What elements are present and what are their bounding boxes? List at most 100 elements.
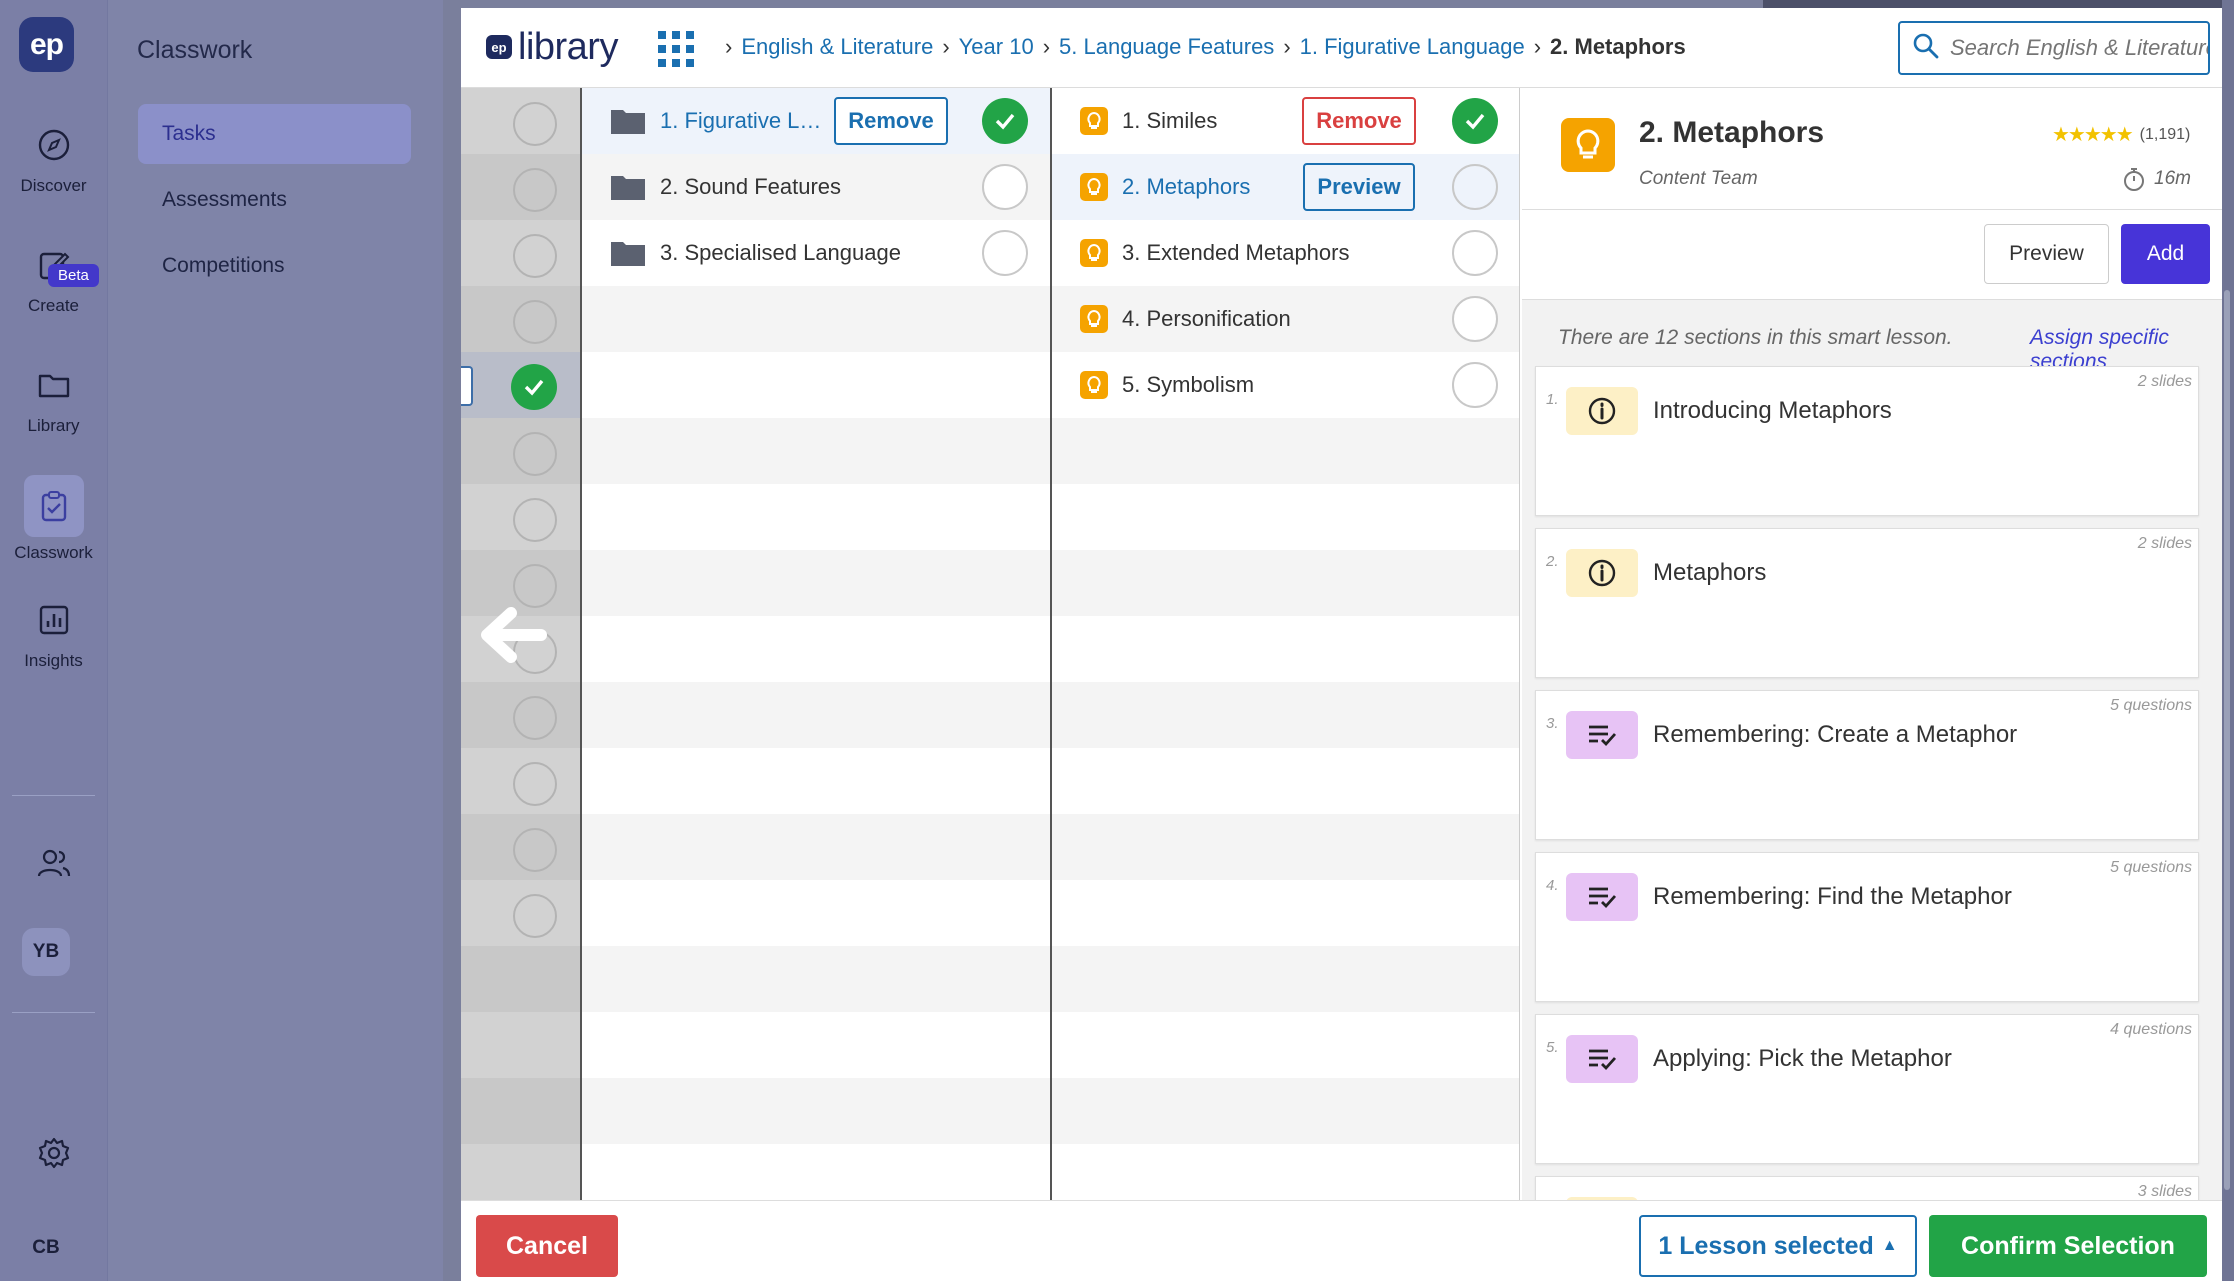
list-item[interactable]: 2. Metaphors Preview bbox=[1052, 154, 1519, 220]
list-item[interactable]: 1. Similes Remove bbox=[1052, 88, 1519, 154]
search-input[interactable] bbox=[1950, 35, 2208, 61]
preview-button[interactable]: Preview bbox=[1984, 224, 2109, 284]
stopwatch-icon bbox=[2124, 168, 2144, 191]
section-title: Applying: Pick the Metaphor bbox=[1653, 1045, 1952, 1072]
rating-count: (1,191) bbox=[2139, 125, 2191, 143]
breadcrumb-link[interactable]: 5. Language Features bbox=[1059, 34, 1274, 60]
list-item[interactable]: 4. Personification bbox=[1052, 286, 1519, 352]
breadcrumb-link[interactable]: Year 10 bbox=[959, 34, 1034, 60]
app-logo[interactable]: ep bbox=[19, 17, 74, 72]
select-circle[interactable] bbox=[513, 762, 557, 806]
list-item[interactable]: 3. Extended Metaphors bbox=[1052, 220, 1519, 286]
empty-row bbox=[582, 484, 1050, 550]
list-item[interactable] bbox=[461, 1144, 580, 1200]
select-circle[interactable] bbox=[513, 234, 557, 278]
user-avatar[interactable]: YB bbox=[22, 928, 70, 976]
list-item[interactable] bbox=[461, 484, 580, 550]
section-meta: 4 questions bbox=[2110, 1021, 2192, 1038]
select-circle[interactable] bbox=[1452, 230, 1498, 276]
list-item[interactable] bbox=[461, 946, 580, 1012]
select-circle[interactable] bbox=[1452, 362, 1498, 408]
remove-button[interactable]: Remove bbox=[1302, 97, 1416, 145]
section-card[interactable]: 3 slides bbox=[1535, 1176, 2199, 1200]
select-circle[interactable] bbox=[982, 230, 1028, 276]
back-arrow-icon[interactable] bbox=[471, 595, 551, 675]
list-item[interactable] bbox=[461, 1012, 580, 1078]
section-card[interactable]: 2. Metaphors 2 slides bbox=[1535, 528, 2199, 678]
rail-item-library[interactable]: Library bbox=[0, 360, 107, 436]
apps-grid-icon[interactable] bbox=[658, 31, 694, 67]
lightbulb-icon bbox=[1080, 107, 1108, 135]
select-circle[interactable] bbox=[513, 168, 557, 212]
empty-row bbox=[1052, 682, 1519, 748]
select-circle[interactable] bbox=[1452, 296, 1498, 342]
breadcrumb-link[interactable]: English & Literature bbox=[741, 34, 933, 60]
section-card[interactable]: 4. Remembering: Find the Metaphor 5 ques… bbox=[1535, 852, 2199, 1002]
section-card[interactable]: 5. Applying: Pick the Metaphor 4 questio… bbox=[1535, 1014, 2199, 1164]
add-button[interactable]: Add bbox=[2121, 224, 2210, 284]
lesson-author: Content Team bbox=[1639, 168, 1758, 189]
section-meta: 5 questions bbox=[2110, 697, 2192, 714]
select-circle[interactable] bbox=[513, 102, 557, 146]
preview-button[interactable]: Preview bbox=[1303, 163, 1415, 211]
rail-item-discover[interactable]: Discover bbox=[0, 120, 107, 196]
sidebar-item-assessments[interactable]: Assessments bbox=[138, 170, 411, 230]
section-card[interactable]: 1. Introducing Metaphors 2 slides bbox=[1535, 366, 2199, 516]
list-item[interactable]: 1. Figurative Language Remove bbox=[582, 88, 1050, 154]
list-item[interactable] bbox=[461, 286, 580, 352]
empty-row bbox=[1052, 550, 1519, 616]
breadcrumb-link[interactable]: 1. Figurative Language bbox=[1300, 34, 1525, 60]
sidebar-item-tasks[interactable]: Tasks bbox=[138, 104, 411, 164]
list-item[interactable] bbox=[461, 814, 580, 880]
select-circle[interactable] bbox=[513, 828, 557, 872]
list-item[interactable] bbox=[461, 682, 580, 748]
list-item[interactable] bbox=[461, 1078, 580, 1144]
empty-row bbox=[1052, 1144, 1519, 1200]
account-avatar[interactable]: CB bbox=[22, 1224, 70, 1272]
breadcrumb-current: 2. Metaphors bbox=[1550, 34, 1686, 59]
list-item[interactable] bbox=[461, 418, 580, 484]
remove-button[interactable]: Remove bbox=[834, 97, 948, 145]
list-item[interactable] bbox=[461, 352, 580, 418]
cancel-button[interactable]: Cancel bbox=[476, 1215, 618, 1277]
list-item[interactable]: 5. Symbolism bbox=[1052, 352, 1519, 418]
chevron-right-icon: › bbox=[725, 34, 733, 59]
check-icon[interactable] bbox=[511, 364, 557, 410]
list-item[interactable] bbox=[461, 220, 580, 286]
select-circle[interactable] bbox=[982, 164, 1028, 210]
list-item[interactable]: 2. Sound Features bbox=[582, 154, 1050, 220]
list-item[interactable] bbox=[461, 88, 580, 154]
section-card[interactable]: 3. Remembering: Create a Metaphor 5 ques… bbox=[1535, 690, 2199, 840]
check-icon[interactable] bbox=[1452, 98, 1498, 144]
page-scrollbar[interactable] bbox=[2222, 0, 2234, 1281]
list-item[interactable]: 3. Specialised Language bbox=[582, 220, 1050, 286]
select-circle[interactable] bbox=[1452, 164, 1498, 210]
list-item[interactable] bbox=[461, 154, 580, 220]
select-circle[interactable] bbox=[513, 894, 557, 938]
select-circle[interactable] bbox=[513, 432, 557, 476]
lesson-actions: Preview Add bbox=[1522, 210, 2222, 300]
select-circle[interactable] bbox=[513, 300, 557, 344]
scrollbar-thumb[interactable] bbox=[2224, 290, 2230, 1190]
rail-item-classwork[interactable]: Classwork bbox=[0, 475, 107, 563]
selected-lessons-dropdown[interactable]: 1 Lesson selected ▲ bbox=[1639, 1215, 1917, 1277]
folder-icon bbox=[611, 110, 645, 134]
rail-item-insights[interactable]: Insights bbox=[0, 595, 107, 671]
lesson-label: 2. Metaphors bbox=[1122, 174, 1251, 199]
section-number: 2. bbox=[1546, 553, 1559, 570]
confirm-selection-button[interactable]: Confirm Selection bbox=[1929, 1215, 2207, 1277]
section-number: 4. bbox=[1546, 877, 1559, 894]
list-item[interactable] bbox=[461, 748, 580, 814]
sidebar-item-competitions[interactable]: Competitions bbox=[138, 236, 411, 296]
list-item[interactable] bbox=[461, 880, 580, 946]
empty-row bbox=[1052, 484, 1519, 550]
check-icon[interactable] bbox=[982, 98, 1028, 144]
select-circle[interactable] bbox=[513, 696, 557, 740]
search-box[interactable] bbox=[1898, 21, 2210, 75]
selected-count-label: 1 Lesson selected bbox=[1658, 1231, 1874, 1260]
select-circle[interactable] bbox=[513, 498, 557, 542]
rail-item-people[interactable] bbox=[0, 838, 107, 888]
section-number: 3. bbox=[1546, 715, 1559, 732]
rail-item-settings[interactable] bbox=[0, 1128, 107, 1178]
lightbulb-icon bbox=[1080, 239, 1108, 267]
